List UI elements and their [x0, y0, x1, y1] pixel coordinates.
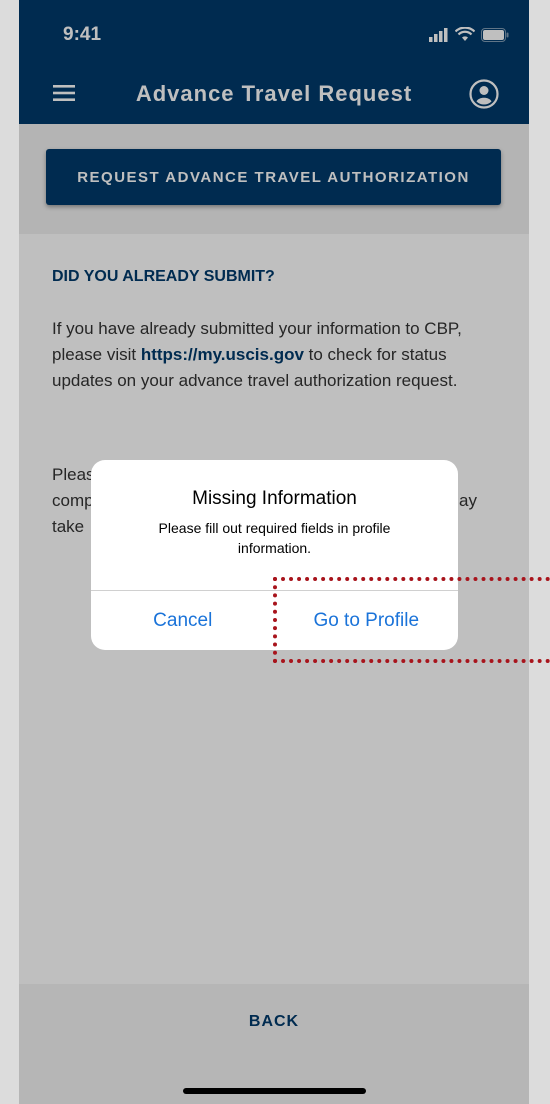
home-indicator: [183, 1088, 366, 1094]
dialog-title: Missing Information: [192, 488, 357, 509]
highlight-box: [273, 577, 550, 663]
phone-screen: 9:41 Advance Travel Request REQUEST ADVA…: [19, 0, 529, 1104]
dialog-message: Please fill out required fields in profi…: [158, 520, 391, 556]
cancel-button[interactable]: Cancel: [91, 591, 275, 650]
